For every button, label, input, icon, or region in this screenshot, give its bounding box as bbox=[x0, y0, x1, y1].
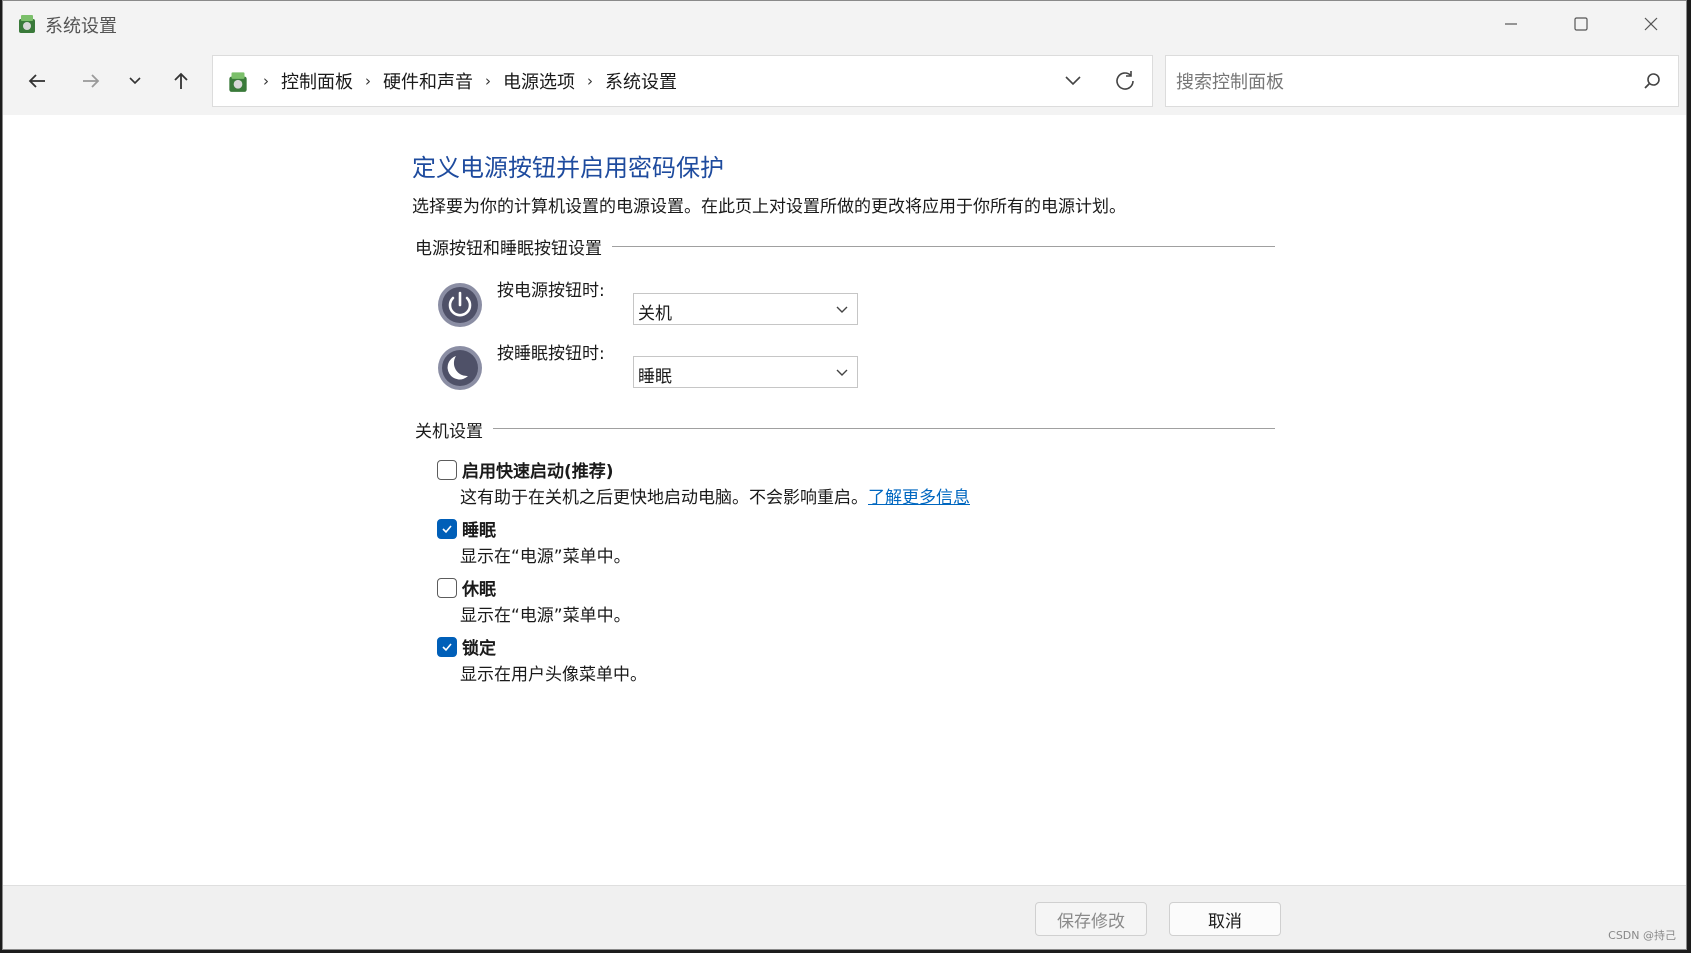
cancel-button[interactable]: 取消 bbox=[1169, 902, 1281, 936]
shutdown-group-header: 关机设置 bbox=[415, 417, 493, 442]
breadcrumb-separator: › bbox=[263, 72, 269, 90]
breadcrumb-separator: › bbox=[365, 72, 371, 90]
title-bar: 系统设置 bbox=[3, 1, 1686, 47]
lock-option-description: 显示在用户头像菜单中。 bbox=[460, 665, 647, 685]
minimize-button[interactable] bbox=[1476, 1, 1546, 47]
back-button[interactable] bbox=[17, 61, 57, 101]
fast-startup-description: 这有助于在关机之后更快地启动电脑。不会影响重启。了解更多信息 bbox=[460, 483, 970, 508]
power-options-icon bbox=[19, 15, 35, 33]
power-button-icon bbox=[438, 283, 482, 327]
breadcrumb-hardware-sound[interactable]: 硬件和声音 bbox=[383, 68, 473, 94]
hibernate-option-label[interactable]: 休眠 bbox=[462, 575, 496, 600]
navigation-bar: › 控制面板 › 硬件和声音 › 电源选项 › 系统设置 bbox=[3, 47, 1686, 115]
fast-startup-desc-text: 这有助于在关机之后更快地启动电脑。不会影响重启。 bbox=[460, 488, 868, 508]
search-icon[interactable] bbox=[1642, 71, 1662, 91]
buttons-group-header: 电源按钮和睡眠按钮设置 bbox=[415, 234, 612, 259]
sleep-button-icon bbox=[438, 346, 482, 390]
forward-button[interactable] bbox=[71, 61, 111, 101]
minimize-icon bbox=[1505, 23, 1517, 25]
arrow-up-icon bbox=[174, 72, 188, 89]
control-panel-window: 系统设置 › 控制面板 › 硬件和声音 › 电源选项 › 系统设置 搜索控制面板… bbox=[2, 0, 1687, 950]
chevron-down-icon bbox=[129, 77, 141, 85]
recent-locations-button[interactable] bbox=[115, 61, 155, 101]
maximize-icon bbox=[1574, 17, 1588, 31]
refresh-icon[interactable] bbox=[1112, 68, 1138, 94]
lock-option-label[interactable]: 锁定 bbox=[462, 634, 496, 659]
search-input[interactable] bbox=[1176, 68, 1616, 96]
page-title: 定义电源按钮并启用密码保护 bbox=[412, 154, 724, 182]
sleep-option-description: 显示在“电源”菜单中。 bbox=[460, 547, 631, 567]
arrow-right-icon bbox=[83, 74, 100, 88]
breadcrumb-system-settings[interactable]: 系统设置 bbox=[605, 68, 677, 94]
address-bar[interactable]: › 控制面板 › 硬件和声音 › 电源选项 › 系统设置 bbox=[212, 55, 1153, 107]
search-box[interactable] bbox=[1165, 55, 1679, 107]
breadcrumb-control-panel[interactable]: 控制面板 bbox=[281, 68, 353, 94]
sleep-option-label[interactable]: 睡眠 bbox=[462, 516, 496, 541]
window-title: 系统设置 bbox=[45, 16, 117, 37]
power-button-value: 关机 bbox=[638, 304, 672, 324]
hibernate-checkbox[interactable] bbox=[437, 578, 457, 598]
sleep-button-label: 按睡眠按钮时: bbox=[497, 344, 605, 364]
power-button-select[interactable]: 关机 bbox=[633, 293, 858, 325]
chevron-down-icon bbox=[836, 306, 848, 313]
breadcrumb-power-options[interactable]: 电源选项 bbox=[503, 68, 575, 94]
arrow-left-icon bbox=[28, 74, 45, 88]
sleep-checkbox[interactable] bbox=[437, 519, 457, 539]
maximize-button[interactable] bbox=[1546, 1, 1616, 47]
checkmark-icon bbox=[442, 643, 452, 652]
control-panel-icon bbox=[229, 72, 247, 92]
address-dropdown-icon[interactable] bbox=[1062, 69, 1084, 91]
close-button[interactable] bbox=[1616, 1, 1686, 47]
sleep-button-select[interactable]: 睡眠 bbox=[633, 356, 858, 388]
main-content: 定义电源按钮并启用密码保护 选择要为你的计算机设置的电源设置。在此页上对设置所做… bbox=[3, 115, 1686, 885]
save-changes-button[interactable]: 保存修改 bbox=[1035, 902, 1147, 936]
breadcrumb-separator: › bbox=[587, 72, 593, 90]
breadcrumb-separator: › bbox=[485, 72, 491, 90]
group-divider bbox=[415, 428, 1275, 429]
footer-bar: 保存修改 取消 CSDN @持己 bbox=[3, 885, 1686, 949]
sleep-button-value: 睡眠 bbox=[638, 367, 672, 387]
hibernate-option-description: 显示在“电源”菜单中。 bbox=[460, 606, 631, 626]
close-icon bbox=[1644, 17, 1658, 31]
power-button-label: 按电源按钮时: bbox=[497, 281, 605, 301]
page-description: 选择要为你的计算机设置的电源设置。在此页上对设置所做的更改将应用于你所有的电源计… bbox=[412, 197, 1126, 217]
fast-startup-label[interactable]: 启用快速启动(推荐) bbox=[462, 457, 614, 482]
fast-startup-checkbox[interactable] bbox=[437, 460, 457, 480]
learn-more-link[interactable]: 了解更多信息 bbox=[868, 488, 970, 508]
watermark: CSDN @持己 bbox=[1608, 929, 1676, 942]
chevron-down-icon bbox=[836, 369, 848, 376]
lock-checkbox[interactable] bbox=[437, 637, 457, 657]
checkmark-icon bbox=[442, 525, 452, 534]
up-button[interactable] bbox=[161, 61, 201, 101]
